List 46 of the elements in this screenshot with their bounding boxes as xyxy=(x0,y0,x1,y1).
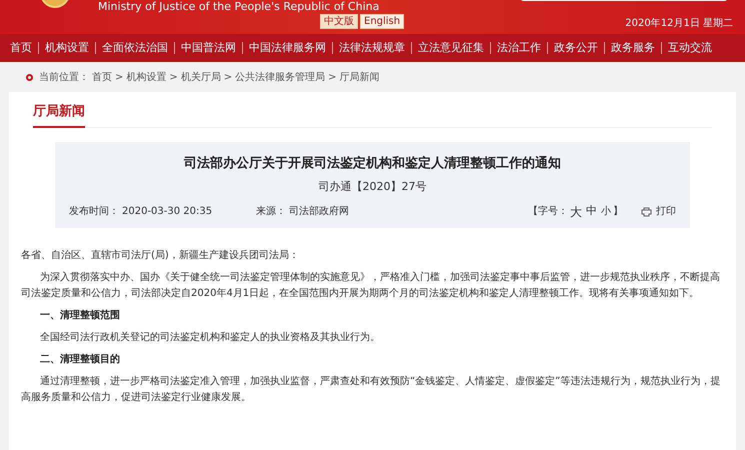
source-label: 来源： xyxy=(256,204,286,219)
font-size-bracket: 】 xyxy=(613,204,623,219)
publish-time: 2020-03-30 20:35 xyxy=(122,205,212,219)
breadcrumb-separator: > xyxy=(115,70,124,84)
nav-link[interactable]: 中国法律服务网 xyxy=(243,42,332,54)
breadcrumb-link[interactable]: 机关厅局 xyxy=(180,70,221,84)
nav-link[interactable]: 机构设置 xyxy=(39,42,95,54)
breadcrumb-separator: > xyxy=(328,70,337,84)
section-heading: 二、清理整顿目的 xyxy=(39,352,121,366)
breadcrumb-separator: > xyxy=(169,70,178,84)
section-heading: 一、清理整顿范围 xyxy=(39,308,121,322)
print-link[interactable]: 打印 xyxy=(656,204,676,219)
breadcrumb-link[interactable]: 机构设置 xyxy=(126,70,166,84)
nav-link[interactable]: 中国普法网 xyxy=(175,42,242,54)
nav-link[interactable]: 全面依法治国 xyxy=(96,42,174,54)
paragraph-text: 通过清理整顿，进一步严格司法鉴定准入管理，加强执业监督，严肃查处和有效预防“金钱鉴定、人情鉴定、虚假鉴定”等违法违规行为，规范执业行为，提高服务质量和公信力，促进司法鉴定行业健康发展。 xyxy=(21,374,722,404)
nav-link[interactable]: 互动交流 xyxy=(662,42,718,54)
paragraph-text: 为深入贯彻落实中办、国办《关于健全统一司法鉴定管理体制的实施意见》，严格准入门槛，加强司法鉴定事中事后监管，进一步规范执业秩序，不断提高司法鉴定质量和公信力，司法部决定自2020年4月1日起，在全国范围内开展为期两个月的司法鉴定机构和鉴定人清理整顿工作。现将有关事项通知如下。 xyxy=(21,270,721,300)
breadcrumb-link[interactable]: 公共法律服务管理局 xyxy=(235,70,326,84)
nav-link[interactable]: 法治工作 xyxy=(491,42,547,54)
date-text: 2020年12月1日 星期二 xyxy=(625,16,733,31)
font-size-label: 【字号： xyxy=(528,204,568,219)
document-number: 司办通【2020】27号 xyxy=(318,179,426,195)
font-size-link[interactable]: 中 xyxy=(586,203,597,220)
breadcrumb-separator: > xyxy=(224,70,232,84)
language-button[interactable]: 中文版 xyxy=(320,14,358,29)
language-button[interactable]: English xyxy=(360,14,404,29)
breadcrumb-label: 当前位置： xyxy=(39,70,89,84)
breadcrumb-link[interactable]: 首页 xyxy=(92,70,112,84)
salutation-text: 各省、自治区、直辖市司法厅(局)，新疆生产建设兵团司法局： xyxy=(21,248,300,262)
printer-icon xyxy=(641,206,652,216)
font-size-link[interactable]: 小 xyxy=(601,204,611,219)
location-icon xyxy=(26,74,33,80)
nav-link[interactable]: 政务服务 xyxy=(605,42,661,54)
nav-link[interactable]: 法律法规规章 xyxy=(333,42,411,54)
article-title: 司法部办公厅关于开展司法鉴定机构和鉴定人清理整顿工作的通知 xyxy=(184,154,561,172)
font-size-link[interactable]: 大 xyxy=(570,202,582,220)
publish-label: 发布时间： xyxy=(69,204,119,219)
nav-link[interactable]: 首页 xyxy=(4,42,38,54)
nav-link[interactable]: 政务公开 xyxy=(548,42,604,54)
source-text: 司法部政府网 xyxy=(289,204,350,219)
nav-link[interactable]: 立法意见征集 xyxy=(412,42,490,54)
section-title: 厅局新闻 xyxy=(33,102,85,128)
breadcrumb-link[interactable]: 厅局新闻 xyxy=(340,70,380,84)
paragraph-text: 全国经司法行政机关登记的司法鉴定机构和鉴定人的执业资格及其执业行为。 xyxy=(39,330,381,344)
site-subtitle: Ministry of Justice of the People's Republic of China xyxy=(98,0,380,14)
